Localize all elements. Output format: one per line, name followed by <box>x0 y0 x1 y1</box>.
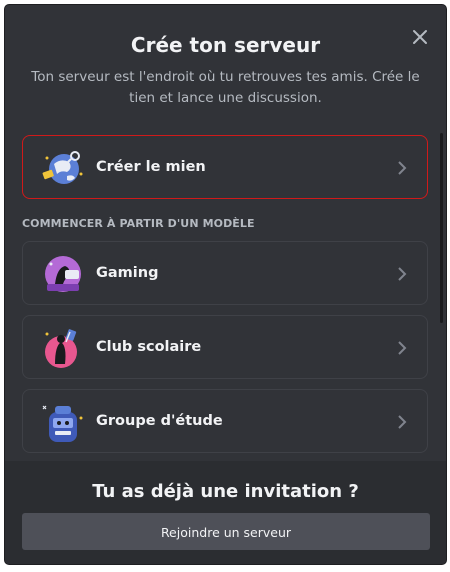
template-option-school-club[interactable]: Club scolaire <box>22 315 428 379</box>
template-option-school-club-label: Club scolaire <box>96 339 202 355</box>
template-option-study-group-label: Groupe d'étude <box>96 413 223 429</box>
footer-title: Tu as déjà une invitation ? <box>92 481 359 502</box>
chevron-right-icon <box>398 415 407 429</box>
template-section-label: COMMENCER À PARTIR D'UN MODÈLE <box>22 217 255 230</box>
chevron-right-icon <box>398 161 407 175</box>
gaming-icon <box>45 256 81 292</box>
modal-title: Crée ton serveur <box>130 33 321 57</box>
options-list[interactable]: Créer le mien COMMENCER À PARTIR D'UN MO… <box>5 123 446 461</box>
modal-subtitle: Ton serveur est l'endroit où tu retrouve… <box>31 69 420 106</box>
chevron-right-icon <box>398 341 407 355</box>
template-option-gaming-label: Gaming <box>96 265 159 281</box>
template-option-gaming[interactable]: Gaming <box>22 241 428 305</box>
template-option-study-group[interactable]: Groupe d'étude <box>22 389 428 453</box>
scrollbar-thumb[interactable] <box>440 133 443 323</box>
study-group-icon <box>42 405 83 442</box>
globe-icon <box>42 151 83 184</box>
modal-footer: Tu as déjà une invitation ? Rejoindre un… <box>5 461 446 564</box>
create-own-server-label: Créer le mien <box>96 159 206 175</box>
chevron-right-icon <box>398 267 407 281</box>
school-club-icon <box>45 329 77 368</box>
join-server-button[interactable]: Rejoindre un serveur <box>22 513 430 550</box>
create-server-modal: Crée ton serveur Ton serveur est l'endro… <box>4 4 447 565</box>
create-own-server-option[interactable]: Créer le mien <box>22 135 428 199</box>
